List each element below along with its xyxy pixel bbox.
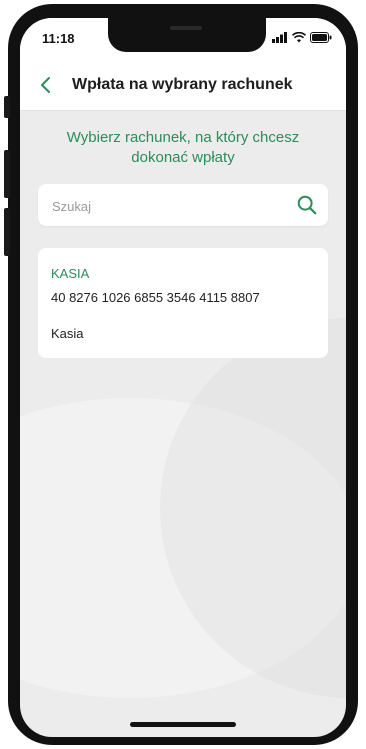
home-indicator[interactable]: [130, 722, 236, 727]
search-input[interactable]: [50, 184, 294, 228]
instruction-text: Wybierz rachunek, na który chcesz dokona…: [66, 129, 300, 166]
signal-icon: [272, 32, 287, 43]
phone-notch: [108, 18, 266, 52]
notch-speaker: [170, 26, 202, 30]
status-bar: 11:18: [20, 18, 346, 60]
wifi-icon: [292, 32, 306, 43]
status-time: 11:18: [42, 31, 75, 46]
chevron-left-icon[interactable]: [34, 73, 58, 97]
account-card[interactable]: KASIA 40 8276 1026 6855 3546 4115 8807 K…: [38, 248, 328, 358]
phone-volume-up-button: [4, 150, 10, 198]
page-title: Wpłata na wybrany rachunek: [72, 76, 293, 93]
search-icon[interactable]: [296, 194, 318, 216]
account-name: KASIA: [51, 266, 90, 281]
battery-icon: [310, 32, 332, 43]
phone-volume-down-button: [4, 208, 10, 256]
app-header: Wpłata na wybrany rachunek: [20, 60, 346, 111]
status-icons: [272, 32, 332, 43]
account-number: 40 8276 1026 6855 3546 4115 8807: [51, 290, 260, 305]
search-bar[interactable]: [38, 184, 328, 228]
phone-side-button: [4, 96, 10, 118]
app-screen: 11:18 Wpłata na wybrany rachunek Wybierz…: [20, 18, 346, 737]
account-owner: Kasia: [51, 326, 84, 341]
